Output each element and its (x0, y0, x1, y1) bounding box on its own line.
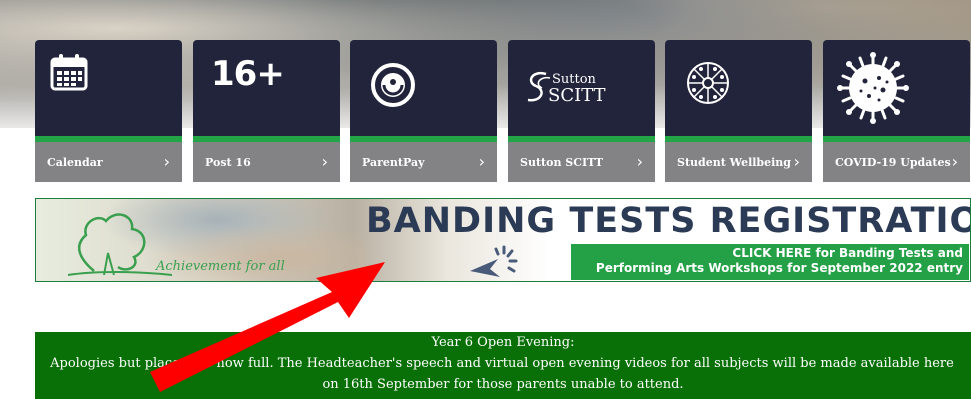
parentpay-logo (371, 63, 415, 107)
wellbeing-icon (687, 62, 729, 104)
tile-post-16-label: Post 16 (193, 142, 340, 182)
notice-line-1: Apologies but places are now full. The H… (50, 356, 954, 371)
chevron-right-icon: › (636, 152, 643, 171)
banner-title: BANDING TESTS REGISTRATIONS (366, 201, 971, 241)
post16-logo: 16+ (211, 54, 285, 94)
tile-calendar-top (35, 40, 182, 136)
tile-student-wellbeing[interactable]: Student Wellbeing › (665, 40, 812, 182)
virus-icon (837, 52, 909, 124)
calendar-icon (50, 54, 88, 91)
notice-heading: Year 6 Open Evening: (431, 335, 575, 350)
tile-calendar-label: Calendar (35, 142, 182, 182)
chevron-right-icon: › (163, 152, 170, 171)
tile-sutton-scitt-top: Sutton SCITT (508, 40, 655, 136)
tile-parentpay-label: ParentPay (350, 142, 497, 182)
tile-student-wellbeing-top (665, 40, 812, 136)
chevron-right-icon: › (321, 152, 328, 171)
notice-line-2: on 16th September for those parents unab… (322, 377, 684, 392)
tile-parentpay[interactable]: ParentPay › (350, 40, 497, 182)
banner-cta[interactable]: CLICK HERE for Banding Tests and Perform… (571, 244, 969, 280)
banding-tests-banner[interactable]: Achievement for all BANDING TESTS REGIST… (35, 198, 971, 282)
sutton-scitt-logo: Sutton SCITT (548, 72, 606, 105)
tile-student-wellbeing-label: Student Wellbeing (665, 142, 812, 182)
chevron-right-icon: › (793, 152, 800, 171)
cursor-click-icon (470, 245, 518, 277)
tile-sutton-scitt-label: Sutton SCITT (508, 142, 655, 182)
banner-cta-line-2: Performing Arts Workshops for September … (595, 261, 963, 275)
tile-covid-19-updates-label: COVID-19 Updates (823, 142, 970, 182)
open-evening-notice: Year 6 Open Evening: Apologies but place… (35, 332, 971, 399)
tile-covid-19-updates-top (823, 40, 970, 136)
banner-cta-line-1: CLICK HERE for Banding Tests and (732, 246, 963, 260)
tile-parentpay-top (350, 40, 497, 136)
tile-sutton-scitt[interactable]: Sutton SCITT Sutton SCITT › (508, 40, 655, 182)
banner-tagline: Achievement for all (156, 259, 285, 274)
tile-covid-19-updates[interactable]: COVID-19 Updates › (823, 40, 970, 182)
chevron-right-icon: › (478, 152, 485, 171)
tile-calendar[interactable]: Calendar › (35, 40, 182, 182)
tile-post-16[interactable]: 16+ Post 16 › (193, 40, 340, 182)
scitt-logo-text: SCITT (548, 85, 606, 106)
tile-post-16-top: 16+ (193, 40, 340, 136)
chevron-right-icon: › (951, 152, 958, 171)
